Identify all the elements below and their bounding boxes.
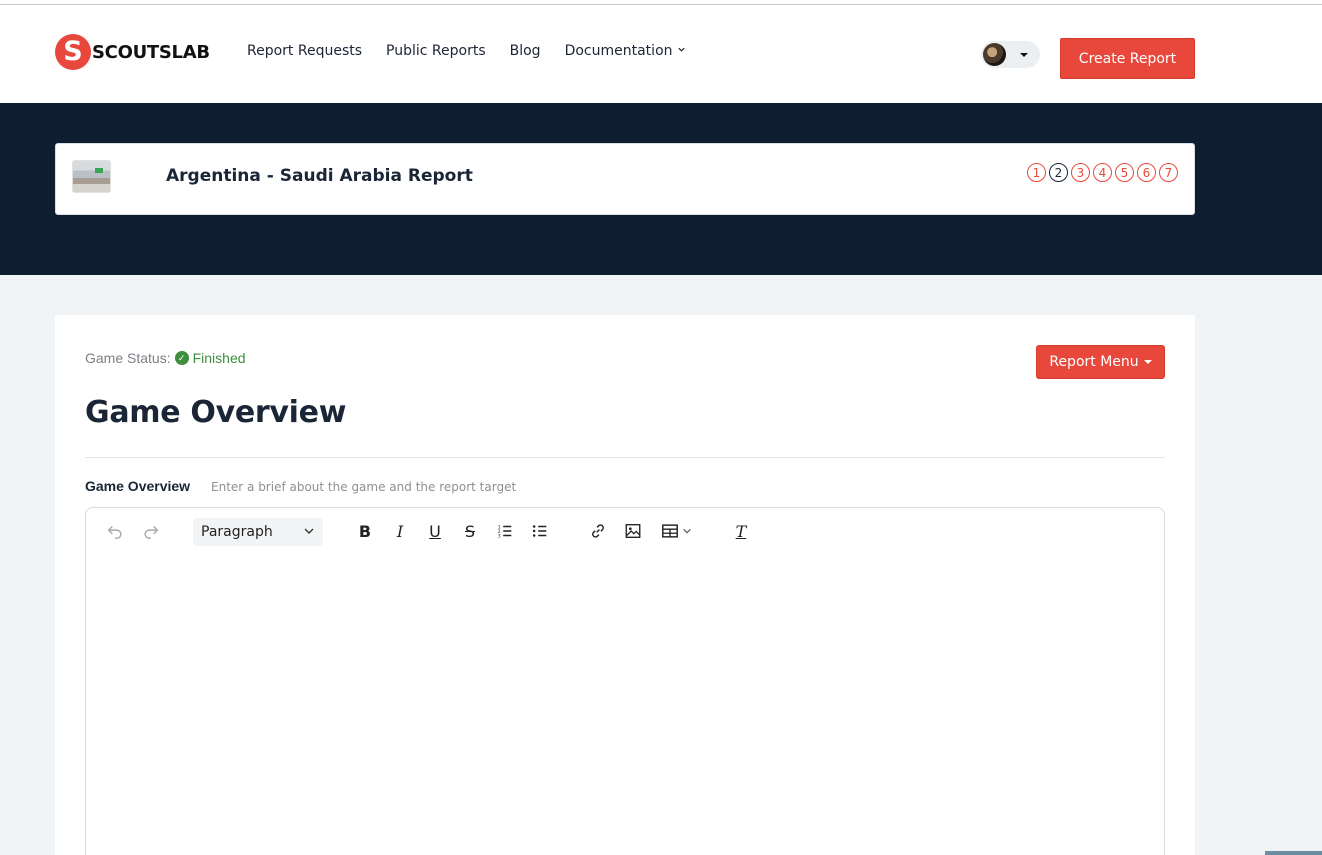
clear-formatting-icon[interactable]: T: [729, 519, 753, 543]
logo-text: SCOUTSLAB: [92, 41, 210, 63]
undo-icon[interactable]: [103, 519, 127, 543]
nav-public-reports[interactable]: Public Reports: [386, 43, 486, 59]
report-header-card: Argentina - Saudi Arabia Report 1 2 3 4 …: [55, 143, 1195, 215]
caret-down-icon: [1143, 360, 1152, 364]
caret-down-icon: [1020, 52, 1028, 57]
game-status-label: Game Status:: [85, 350, 171, 366]
italic-icon[interactable]: I: [388, 519, 412, 543]
nav-blog[interactable]: Blog: [510, 43, 541, 59]
bulleted-list-icon[interactable]: [528, 519, 552, 543]
nav-documentation-label: Documentation: [564, 43, 673, 59]
step-indicator: 1 2 3 4 5 6 7: [1027, 163, 1178, 182]
step-3[interactable]: 3: [1071, 163, 1090, 182]
step-6[interactable]: 6: [1137, 163, 1156, 182]
check-circle-icon: ✓: [174, 351, 189, 365]
svg-text:3: 3: [498, 533, 501, 539]
step-4[interactable]: 4: [1093, 163, 1112, 182]
divider: [85, 457, 1165, 458]
numbered-list-icon[interactable]: 123: [493, 519, 517, 543]
step-1[interactable]: 1: [1027, 163, 1046, 182]
underline-icon[interactable]: U: [423, 519, 447, 543]
navbar: S SCOUTSLAB Report Requests Public Repor…: [0, 5, 1322, 103]
redo-icon[interactable]: [139, 519, 163, 543]
main-nav: Report Requests Public Reports Blog Docu…: [247, 43, 710, 59]
step-7[interactable]: 7: [1159, 163, 1178, 182]
table-icon[interactable]: [656, 519, 696, 543]
report-title: Argentina - Saudi Arabia Report: [166, 166, 473, 186]
user-menu[interactable]: [981, 41, 1040, 68]
content-card: Game Status: ✓ Finished Report Menu Game…: [55, 315, 1195, 855]
rich-text-editor: Paragraph B I U S 123 T: [85, 507, 1165, 855]
step-5[interactable]: 5: [1115, 163, 1134, 182]
link-icon[interactable]: [586, 519, 610, 543]
logo-mark: S: [55, 34, 91, 70]
block-format-value: Paragraph: [201, 524, 273, 540]
image-icon[interactable]: [621, 519, 645, 543]
strikethrough-icon[interactable]: S: [458, 519, 482, 543]
report-menu-button[interactable]: Report Menu: [1036, 345, 1165, 379]
field-label: Game Overview: [85, 478, 191, 494]
nav-documentation[interactable]: Documentation: [565, 43, 686, 59]
logo[interactable]: S SCOUTSLAB: [55, 34, 210, 70]
corner-widget: [1265, 851, 1322, 855]
report-menu-label: Report Menu: [1049, 354, 1139, 370]
editor-toolbar: Paragraph B I U S 123 T: [86, 508, 1164, 554]
chevron-down-icon: [303, 525, 315, 541]
avatar: [983, 43, 1006, 66]
field-hint: Enter a brief about the game and the rep…: [211, 480, 517, 494]
editor-content-area[interactable]: [86, 554, 1164, 855]
chevron-down-icon: [677, 45, 686, 57]
block-format-select[interactable]: Paragraph: [193, 518, 323, 546]
game-status: Game Status: ✓ Finished: [85, 350, 246, 366]
step-2[interactable]: 2: [1049, 163, 1068, 182]
bold-icon[interactable]: B: [353, 519, 377, 543]
nav-report-requests[interactable]: Report Requests: [247, 43, 362, 59]
page-title: Game Overview: [85, 395, 347, 430]
report-thumbnail: [72, 160, 111, 193]
game-status-value: Finished: [192, 350, 246, 366]
create-report-button[interactable]: Create Report: [1060, 38, 1195, 79]
